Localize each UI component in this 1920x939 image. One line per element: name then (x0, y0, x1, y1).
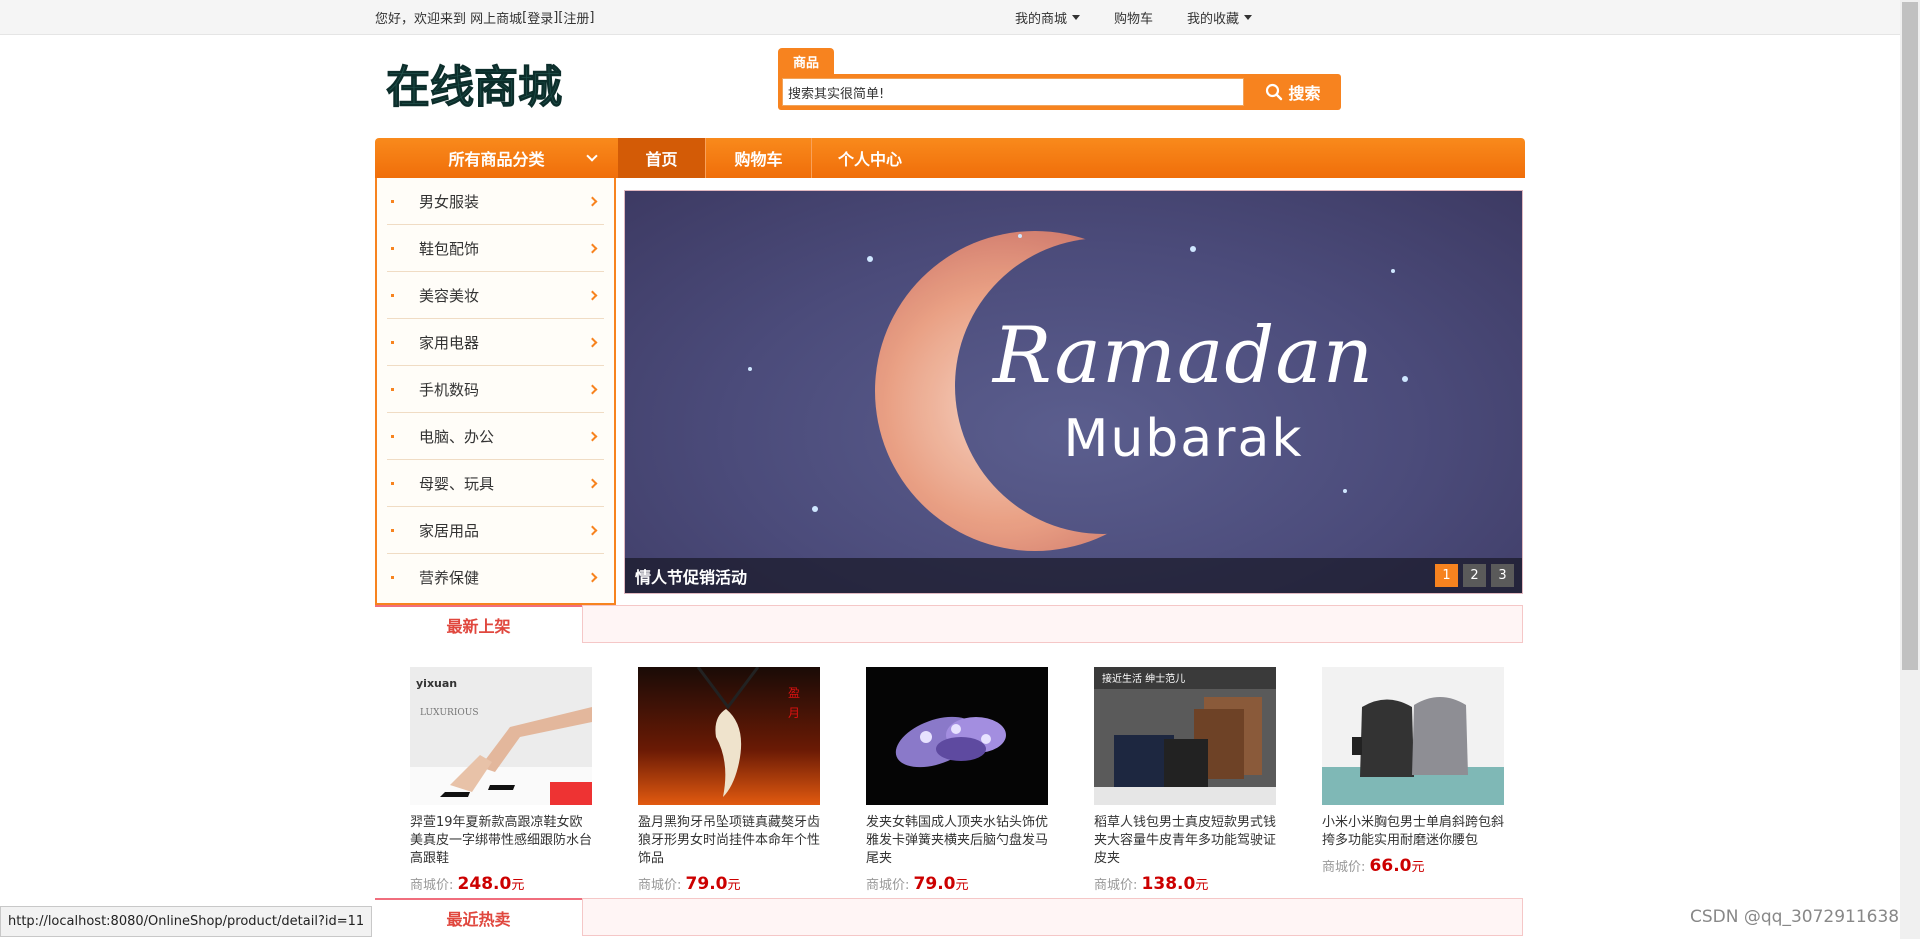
bullet-icon (391, 293, 394, 297)
banner-headline: Ramadan (992, 311, 1375, 401)
category-item[interactable]: 家居用品 (387, 507, 604, 554)
browser-status-bar: http://localhost:8080/OnlineShop/product… (0, 906, 373, 937)
chevron-right-icon (587, 525, 598, 535)
chevron-right-icon (587, 337, 598, 347)
chevron-right-icon (587, 572, 598, 583)
favorites-menu[interactable]: 我的收藏 (1187, 8, 1253, 27)
caret-down-icon (1244, 15, 1253, 20)
top-bar-left: 您好，欢迎来到 网上商城 [ 登录 ][ 注册 ] (375, 8, 595, 27)
category-item[interactable]: 鞋包配饰 (387, 225, 604, 272)
watermark: CSDN @qq_3072911638 (1690, 907, 1900, 927)
bullet-icon (391, 481, 394, 485)
bullet-icon (391, 528, 394, 532)
site-logo[interactable]: 在线商城 (384, 58, 574, 114)
svg-text:yixuan: yixuan (416, 677, 457, 690)
category-menu: 男女服装 鞋包配饰 美容美妆 家用电器 手机数码 电脑、办公 母婴、玩具 家居用… (375, 178, 616, 605)
search-icon (1266, 83, 1283, 101)
nav-home[interactable]: 首页 (618, 138, 706, 178)
section-title[interactable]: 最近热卖 (375, 898, 582, 936)
category-item[interactable]: 电脑、办公 (387, 413, 604, 460)
banner-subline: Mubarak (1063, 409, 1304, 469)
all-categories-toggle[interactable]: 所有商品分类 (375, 138, 618, 178)
product-price: 商城价: 79.0元 (866, 874, 969, 894)
search-input[interactable] (782, 78, 1244, 106)
my-mall-menu[interactable]: 我的商城 (1015, 8, 1081, 27)
product-name[interactable]: 发夹女韩国成人顶夹水钻头饰优雅发卡弹簧夹横夹后脑勺盘发马尾夹 (866, 814, 1048, 868)
top-bar-right: 我的商城 购物车 我的收藏 (1015, 0, 1286, 35)
banner-pager: 1 2 3 (1435, 564, 1514, 587)
svg-text:在线商城: 在线商城 (386, 62, 562, 113)
bullet-icon (391, 387, 394, 391)
product-name[interactable]: 稻草人钱包男士真皮短款男式钱夹大容量牛皮青年多功能驾驶证皮夹 (1094, 814, 1276, 868)
banner-caption-bar: 情人节促销活动 (625, 558, 1522, 593)
scrollbar-thumb[interactable] (1902, 2, 1918, 670)
banner-page-3[interactable]: 3 (1491, 564, 1514, 587)
banner-page-1[interactable]: 1 (1435, 564, 1458, 587)
svg-text:盈: 盈 (788, 686, 800, 700)
product-image[interactable] (866, 667, 1048, 805)
product-price: 商城价: 138.0元 (1094, 874, 1209, 894)
chevron-right-icon (587, 290, 598, 300)
bullet-icon (391, 576, 394, 579)
chevron-right-icon (587, 478, 598, 488)
category-item[interactable]: 营养保健 (387, 554, 604, 601)
bullet-icon (391, 434, 394, 438)
product-image[interactable]: yixuan LUXURIOUS (410, 667, 592, 805)
category-item[interactable]: 手机数码 (387, 366, 604, 413)
search-button[interactable]: 搜索 (1248, 74, 1338, 110)
caret-down-icon (1072, 15, 1081, 20)
search-box: 搜索 (778, 74, 1341, 110)
product-image[interactable]: 接近生活 绅士范儿 (1094, 667, 1276, 805)
product-card[interactable]: 接近生活 绅士范儿 稻草人钱包男士真皮短款男式钱夹大容量牛皮青年多功能驾驶证皮夹… (1094, 667, 1276, 894)
bullet-icon (391, 246, 394, 250)
product-list: yixuan LUXURIOUS 羿萱19年夏新款高跟凉鞋女欧美真皮一字绑带性感… (410, 667, 1510, 894)
banner-caption: 情人节促销活动 (635, 567, 748, 587)
nav-cart[interactable]: 购物车 (706, 138, 812, 178)
svg-text:月: 月 (788, 706, 800, 720)
category-item[interactable]: 男女服装 (387, 178, 604, 225)
greeting-text: 您好，欢迎来到 网上商城 (375, 12, 523, 27)
product-name[interactable]: 羿萱19年夏新款高跟凉鞋女欧美真皮一字绑带性感细跟防水台高跟鞋 (410, 814, 592, 868)
top-cart-link[interactable]: 购物车 (1114, 8, 1153, 27)
category-item[interactable]: 母婴、玩具 (387, 460, 604, 507)
main-nav: 所有商品分类 首页 购物车 个人中心 (375, 138, 1525, 178)
section-title[interactable]: 最新上架 (375, 605, 582, 643)
bullet-icon (391, 199, 394, 203)
search-tab-goods[interactable]: 商品 (778, 48, 834, 74)
category-item[interactable]: 美容美妆 (387, 272, 604, 319)
chevron-right-icon (587, 384, 598, 394)
login-link[interactable]: 登录 (527, 8, 553, 27)
section-new-arrivals: 最新上架 (375, 605, 1523, 643)
product-image[interactable]: 盈 月 (638, 667, 820, 805)
svg-text:接近生活 绅士范儿: 接近生活 绅士范儿 (1102, 672, 1185, 685)
category-item[interactable]: 家用电器 (387, 319, 604, 366)
product-name[interactable]: 盈月黑狗牙吊坠项链真藏獒牙齿狼牙形男女时尚挂件本命年个性饰品 (638, 814, 820, 868)
search-area: 商品 搜索 (778, 48, 1341, 110)
register-link[interactable]: 注册 (563, 8, 589, 27)
product-price: 商城价: 248.0元 (410, 874, 525, 894)
nav-user-center[interactable]: 个人中心 (812, 138, 928, 178)
chevron-right-icon (587, 243, 598, 253)
section-hot-sales: 最近热卖 (375, 898, 1523, 936)
product-card[interactable]: 小米小米胸包男士单肩斜跨包斜挎多功能实用耐磨迷你腰包 商城价: 66.0元 (1322, 667, 1504, 894)
product-card[interactable]: yixuan LUXURIOUS 羿萱19年夏新款高跟凉鞋女欧美真皮一字绑带性感… (410, 667, 592, 894)
chevron-down-icon (586, 150, 598, 162)
product-card[interactable]: 盈 月 盈月黑狗牙吊坠项链真藏獒牙齿狼牙形男女时尚挂件本命年个性饰品 商城价: … (638, 667, 820, 894)
product-image[interactable] (1322, 667, 1504, 805)
product-price: 商城价: 66.0元 (1322, 856, 1425, 876)
chevron-right-icon (587, 431, 598, 441)
product-name[interactable]: 小米小米胸包男士单肩斜跨包斜挎多功能实用耐磨迷你腰包 (1322, 814, 1504, 850)
svg-text:LUXURIOUS: LUXURIOUS (420, 708, 479, 718)
promo-banner[interactable]: Ramadan Mubarak 情人节促销活动 1 2 3 (624, 190, 1523, 594)
chevron-right-icon (587, 196, 598, 206)
product-card[interactable]: 发夹女韩国成人顶夹水钻头饰优雅发卡弹簧夹横夹后脑勺盘发马尾夹 商城价: 79.0… (866, 667, 1048, 894)
bullet-icon (391, 340, 394, 344)
vertical-scrollbar[interactable] (1900, 0, 1920, 939)
banner-page-2[interactable]: 2 (1463, 564, 1486, 587)
product-price: 商城价: 79.0元 (638, 874, 741, 894)
